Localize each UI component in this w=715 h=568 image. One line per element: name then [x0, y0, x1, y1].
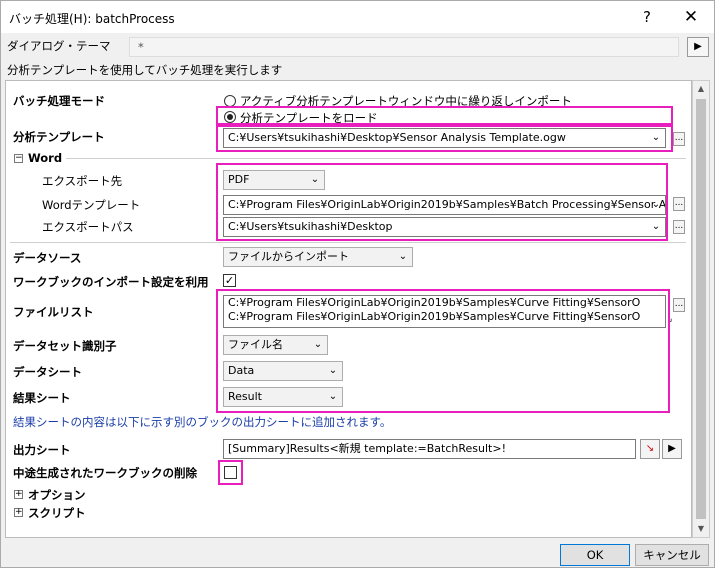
word-separator	[66, 158, 686, 159]
workbook-import-label: ワークブックのインポート設定を利用	[13, 275, 209, 289]
browse-files-button[interactable]: ...	[673, 298, 685, 312]
workbook-import-checkbox[interactable]: ✓	[223, 274, 236, 287]
output-sheet-value: [Summary]Results<新規 template:=BatchResul…	[228, 442, 506, 455]
output-sheet-menu-arrow-icon[interactable]: ▶	[662, 439, 682, 459]
collapse-word-icon[interactable]: −	[14, 154, 23, 163]
dialog-theme-row: ダイアログ・テーマ * ▶	[1, 34, 714, 58]
output-sheet-field[interactable]: [Summary]Results<新規 template:=BatchResul…	[223, 439, 636, 459]
browse-template-button[interactable]: ...	[673, 132, 685, 146]
options-label[interactable]: オプション	[28, 487, 86, 503]
scroll-up-icon[interactable]: ▲	[693, 81, 709, 97]
highlight-analysis-template	[216, 125, 673, 152]
browse-export-path-button[interactable]: ...	[673, 220, 685, 234]
analysis-template-label: 分析テンプレート	[13, 130, 105, 144]
expand-options-icon[interactable]: +	[14, 490, 23, 499]
batch-mode-label: バッチ処理モード	[13, 94, 105, 108]
data-source-combo[interactable]: ファイルからインポート ⌄	[223, 247, 413, 267]
chevron-down-icon: ⌄	[398, 251, 408, 262]
export-to-label: エクスポート先	[42, 174, 123, 188]
data-source-value: ファイルからインポート	[228, 250, 349, 263]
scroll-down-icon[interactable]: ▼	[693, 521, 709, 537]
delete-intermediate-label: 中途生成されたワークブックの削除	[13, 466, 197, 480]
script-label[interactable]: スクリプト	[28, 505, 86, 521]
result-sheet-note: 結果シートの内容は以下に示す別のブックの出力シートに追加されます。	[13, 415, 392, 429]
settings-panel: バッチ処理モード アクティブ分析テンプレートウィンドウ中に繰り返しインポート 分…	[5, 80, 692, 538]
expand-script-icon[interactable]: +	[14, 508, 23, 517]
result-sheet-label: 結果シート	[13, 391, 71, 405]
browse-word-template-button[interactable]: ...	[673, 197, 685, 211]
close-button[interactable]: ✕	[679, 6, 703, 28]
cancel-button[interactable]: キャンセル	[635, 544, 709, 566]
word-end-separator	[10, 242, 686, 243]
file-list-label: ファイルリスト	[13, 305, 94, 319]
highlight-data-settings	[216, 289, 670, 413]
export-path-label: エクスポートパス	[42, 220, 134, 234]
highlight-delete-intermediate	[218, 460, 243, 485]
window-title: バッチ処理(H): batchProcess	[9, 12, 175, 26]
highlight-load-template	[216, 106, 673, 125]
word-section-label: Word	[28, 151, 63, 165]
batch-process-dialog: バッチ処理(H): batchProcess ? ✕ ダイアログ・テーマ * ▶…	[0, 0, 715, 568]
dialog-theme-field[interactable]: *	[129, 37, 679, 57]
ok-button[interactable]: OK	[560, 544, 630, 566]
output-sheet-label: 出力シート	[13, 443, 71, 457]
dialog-description: 分析テンプレートを使用してバッチ処理を実行します	[7, 63, 283, 77]
data-source-label: データソース	[13, 251, 82, 265]
scrollbar-thumb[interactable]	[696, 99, 706, 519]
highlight-word-settings	[216, 163, 668, 241]
data-sheet-label: データシート	[13, 365, 82, 379]
dataset-id-label: データセット識別子	[13, 339, 117, 353]
help-button[interactable]: ?	[635, 6, 659, 28]
output-sheet-picker-icon[interactable]: ↘	[640, 439, 660, 459]
theme-menu-arrow-icon[interactable]: ▶	[687, 37, 709, 57]
dialog-theme-label: ダイアログ・テーマ	[7, 39, 111, 53]
word-template-label: Wordテンプレート	[42, 198, 141, 212]
title-bar: バッチ処理(H): batchProcess ? ✕	[1, 1, 714, 33]
vertical-scrollbar[interactable]: ▲ ▼	[692, 80, 710, 538]
